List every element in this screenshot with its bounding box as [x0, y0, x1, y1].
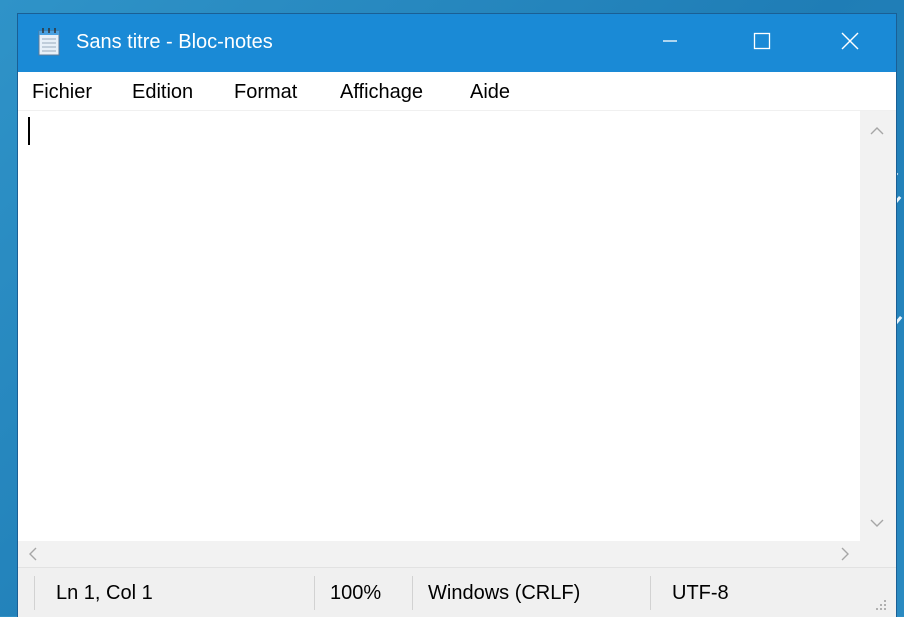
- status-zoom: 100%: [330, 582, 382, 604]
- maximize-button[interactable]: [716, 14, 808, 72]
- text-editor[interactable]: [18, 111, 860, 541]
- menu-item-affichage[interactable]: Affichage: [340, 79, 423, 105]
- resize-grip-icon[interactable]: [874, 598, 888, 617]
- status-separator: [412, 576, 413, 610]
- status-cursor-position: Ln 1, Col 1: [56, 582, 153, 604]
- status-separator: [34, 576, 35, 610]
- status-bar: Ln 1, Col 1 100% Windows (CRLF) UTF-8: [18, 567, 896, 617]
- text-caret: [28, 117, 30, 145]
- close-button[interactable]: [804, 14, 896, 72]
- minimize-icon: [662, 33, 678, 54]
- menu-item-edition[interactable]: Edition: [132, 79, 193, 105]
- vertical-scrollbar[interactable]: [860, 111, 896, 541]
- scroll-right-icon[interactable]: [840, 547, 850, 566]
- menu-bar: Fichier Edition Format Affichage Aide: [18, 72, 896, 111]
- notepad-icon: [38, 28, 60, 56]
- status-encoding: UTF-8: [672, 582, 729, 604]
- close-icon: [841, 32, 859, 55]
- menu-item-aide[interactable]: Aide: [470, 79, 510, 105]
- scroll-down-icon[interactable]: [870, 515, 884, 533]
- minimize-button[interactable]: [624, 14, 716, 72]
- title-bar[interactable]: Sans titre - Bloc-notes: [18, 14, 896, 72]
- menu-item-format[interactable]: Format: [234, 79, 297, 105]
- maximize-icon: [753, 32, 771, 55]
- status-line-ending: Windows (CRLF): [428, 582, 581, 604]
- status-separator: [314, 576, 315, 610]
- scroll-up-icon[interactable]: [870, 123, 884, 141]
- menu-item-fichier[interactable]: Fichier: [32, 79, 92, 105]
- notepad-window: Sans titre - Bloc-notes Fichier Edition …: [18, 14, 896, 617]
- scroll-left-icon[interactable]: [28, 547, 38, 566]
- status-separator: [650, 576, 651, 610]
- window-title: Sans titre - Bloc-notes: [76, 31, 273, 53]
- horizontal-scrollbar[interactable]: [18, 541, 896, 567]
